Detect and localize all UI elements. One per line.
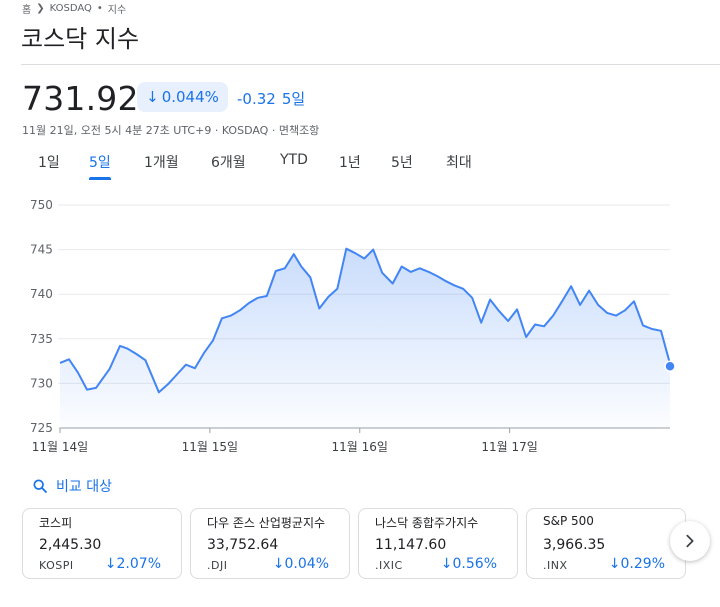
card-name: 다우 존스 산업평균지수 bbox=[207, 516, 326, 530]
tab-5y[interactable]: 5년 bbox=[391, 152, 413, 178]
card-change-percent: 0.04% bbox=[284, 556, 329, 572]
search-icon bbox=[33, 479, 47, 493]
compare-button[interactable]: 비교 대상 bbox=[32, 476, 112, 496]
card-change: ↓0.56% bbox=[441, 556, 497, 572]
compare-card-kospi[interactable]: 코스피 2,445.30 KOSPI ↓2.07% bbox=[22, 508, 182, 579]
quote-meta: 11월 21일, 오전 5시 4분 27초 UTC+9 · KOSDAQ · 면… bbox=[22, 124, 320, 137]
current-value-dot bbox=[664, 360, 676, 373]
chevron-right-icon bbox=[686, 534, 694, 548]
tab-max[interactable]: 최대 bbox=[446, 152, 472, 178]
compare-card-inx[interactable]: S&P 500 3,966.35 .INX ↓0.29% bbox=[526, 508, 686, 579]
x-tick-label: 11월 16일 bbox=[332, 440, 388, 454]
tab-6m[interactable]: 6개월 bbox=[211, 152, 246, 178]
tab-ytd[interactable]: YTD bbox=[280, 152, 308, 178]
compare-card-ixic[interactable]: 나스닥 종합주가지수 11,147.60 .IXIC ↓0.56% bbox=[358, 508, 518, 579]
arrow-down-icon: ↓ bbox=[272, 556, 285, 572]
change-absolute: -0.32 5일 bbox=[237, 88, 305, 109]
x-tick-label: 11월 15일 bbox=[182, 440, 238, 454]
y-tick-label: 740 bbox=[30, 287, 53, 301]
card-change-percent: 0.29% bbox=[620, 556, 665, 572]
card-change: ↓2.07% bbox=[105, 556, 161, 572]
card-value: 11,147.60 bbox=[375, 537, 447, 553]
arrow-down-icon: ↓ bbox=[146, 88, 159, 106]
y-tick-label: 735 bbox=[30, 332, 53, 346]
tab-5d[interactable]: 5일 bbox=[89, 152, 111, 180]
x-tick-label: 11월 17일 bbox=[481, 440, 537, 454]
card-ticker: .IXIC bbox=[375, 559, 403, 572]
current-price: 731.92 bbox=[22, 79, 139, 118]
card-ticker: .DJI bbox=[207, 559, 228, 572]
card-ticker: KOSPI bbox=[39, 559, 74, 572]
arrow-down-icon: ↓ bbox=[608, 556, 621, 572]
breadcrumb: 홈 ❯ KOSDAQ • 지수 bbox=[22, 1, 126, 16]
breadcrumb-separator: • bbox=[96, 3, 103, 14]
tab-1m[interactable]: 1개월 bbox=[144, 152, 179, 178]
arrow-down-icon: ↓ bbox=[440, 556, 453, 572]
change-period: 5일 bbox=[281, 90, 306, 108]
change-absolute-value: -0.32 bbox=[237, 90, 276, 108]
card-change-percent: 0.56% bbox=[452, 556, 497, 572]
y-tick-label: 745 bbox=[30, 243, 53, 257]
card-value: 3,966.35 bbox=[543, 537, 606, 553]
x-tick-label: 11월 14일 bbox=[32, 440, 88, 454]
card-name: 나스닥 종합주가지수 bbox=[375, 516, 479, 530]
card-value: 33,752.64 bbox=[207, 537, 279, 553]
compare-label: 비교 대상 bbox=[56, 479, 112, 495]
y-tick-label: 750 bbox=[30, 198, 53, 212]
change-percent: 0.044% bbox=[161, 88, 219, 106]
breadcrumb-home-link[interactable]: 홈 bbox=[22, 1, 31, 16]
card-name: 코스피 bbox=[39, 516, 73, 530]
card-change-percent: 2.07% bbox=[116, 556, 161, 572]
change-percent-badge: ↓ 0.044% bbox=[137, 82, 228, 112]
tab-1y[interactable]: 1년 bbox=[339, 152, 361, 178]
card-change: ↓0.29% bbox=[609, 556, 665, 572]
card-change: ↓0.04% bbox=[273, 556, 329, 572]
page-title: 코스닥 지수 bbox=[21, 25, 140, 53]
compare-card-dji[interactable]: 다우 존스 산업평균지수 33,752.64 .DJI ↓0.04% bbox=[190, 508, 350, 579]
header-divider bbox=[21, 64, 720, 65]
breadcrumb-section[interactable]: 지수 bbox=[108, 1, 126, 16]
next-cards-button[interactable] bbox=[670, 521, 710, 561]
arrow-down-icon: ↓ bbox=[104, 556, 117, 572]
y-tick-label: 725 bbox=[30, 421, 53, 435]
y-tick-label: 730 bbox=[30, 376, 53, 390]
tab-1d[interactable]: 1일 bbox=[38, 152, 60, 178]
card-value: 2,445.30 bbox=[39, 537, 102, 553]
price-chart[interactable]: 750 745 740 735 730 725 11월 14일 11월 15일 11월 16일 1… bbox=[0, 190, 720, 465]
card-name: S&P 500 bbox=[543, 514, 594, 528]
chevron-right-icon: ❯ bbox=[36, 3, 45, 14]
card-ticker: .INX bbox=[543, 559, 568, 572]
breadcrumb-exchange[interactable]: KOSDAQ bbox=[50, 3, 92, 14]
